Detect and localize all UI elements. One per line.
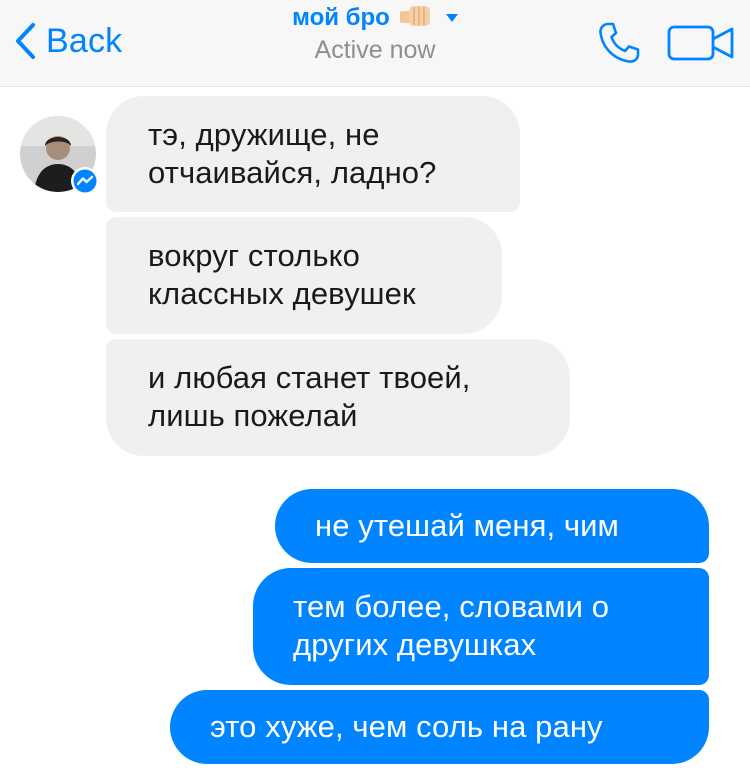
message-text-line: не утешай меня, чим	[315, 508, 619, 543]
fist-bump-emoji-icon	[398, 4, 432, 33]
video-camera-icon[interactable]	[666, 20, 738, 71]
message-text-line: и любая станет твоей,	[148, 360, 471, 395]
message-text-line: это хуже, чем соль на рану	[210, 709, 603, 744]
conversation-title-row[interactable]: мой бро	[230, 2, 520, 34]
chevron-left-icon	[14, 22, 36, 60]
message-text-line: тем более, словами о	[293, 589, 610, 624]
incoming-message-bubble[interactable]: вокруг столько классных девушек	[106, 217, 502, 334]
messenger-badge-icon	[70, 166, 100, 201]
outgoing-message-bubble[interactable]: тем более, словами о других девушках	[253, 568, 709, 685]
back-button[interactable]: Back	[14, 18, 122, 64]
active-status: Active now	[314, 36, 436, 64]
contact-avatar[interactable]	[20, 116, 99, 195]
message-text-line: вокруг столько	[148, 238, 360, 273]
chat-header: Back мой бро Active now	[0, 0, 750, 87]
caret-down-icon	[445, 9, 458, 27]
message-text-line: отчаивайся, ладно?	[148, 155, 437, 190]
incoming-message-bubble[interactable]: и любая станет твоей, лишь пожелай	[106, 339, 570, 456]
message-text-line: классных девушек	[148, 276, 416, 311]
back-label: Back	[46, 21, 123, 60]
outgoing-message-bubble[interactable]: это хуже, чем соль на рану	[170, 690, 709, 764]
message-text-line: лишь пожелай	[148, 398, 358, 433]
conversation-title: мой бро	[292, 4, 390, 31]
phone-icon[interactable]	[596, 20, 642, 71]
message-text-line: тэ, дружище, не	[148, 117, 380, 152]
conversation-title-area[interactable]: мой бро Active now	[230, 0, 520, 65]
incoming-message-bubble[interactable]: тэ, дружище, не отчаивайся, ладно?	[106, 96, 520, 212]
outgoing-message-bubble[interactable]: не утешай меня, чим	[275, 489, 709, 563]
message-text-line: других девушках	[293, 627, 537, 662]
